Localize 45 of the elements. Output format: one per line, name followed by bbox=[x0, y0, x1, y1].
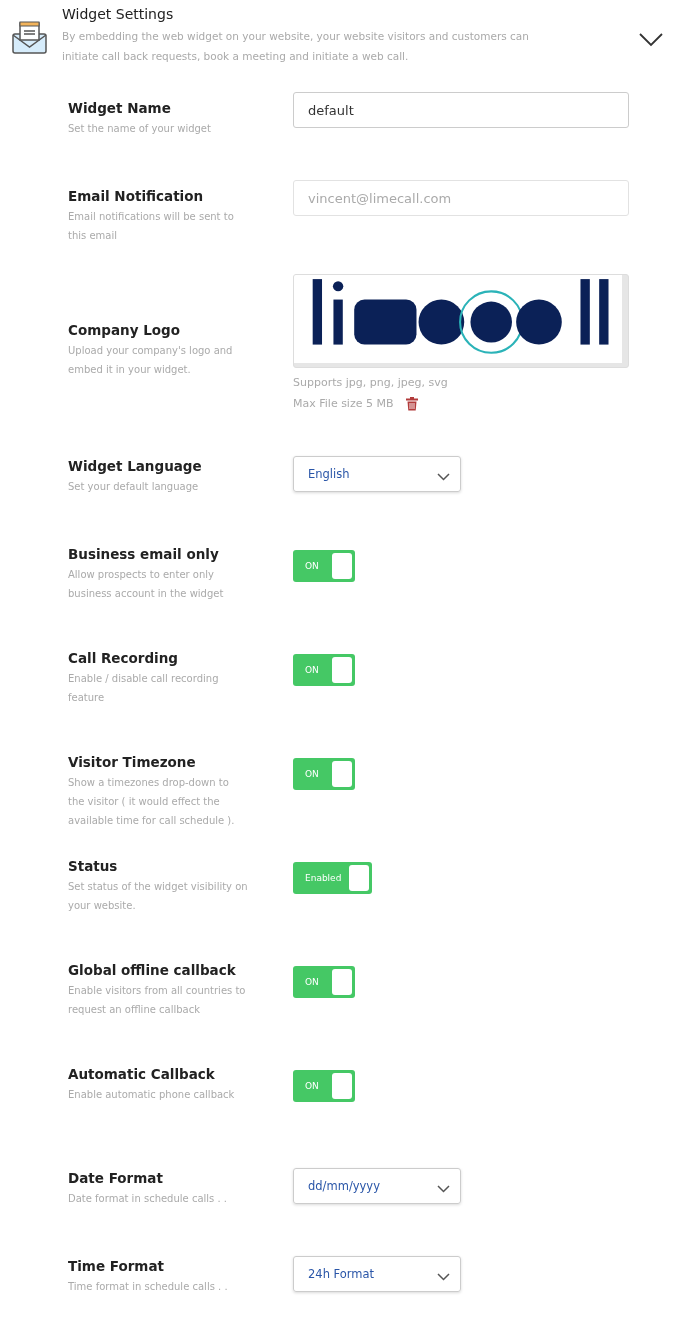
dropdown[interactable]: dd/mm/yyyy bbox=[293, 1168, 461, 1204]
toggle-switch[interactable]: Enabled bbox=[293, 862, 373, 894]
field-label: Company Logo bbox=[68, 322, 181, 338]
section-title: Widget Settings bbox=[62, 6, 175, 22]
toggle-switch[interactable]: ON bbox=[293, 966, 355, 998]
file-size-note: Max File size 5 MB bbox=[293, 396, 394, 410]
field-label: Widget Name bbox=[68, 100, 172, 116]
field-description: Email notifications will be sent to this email bbox=[68, 210, 235, 243]
dropdown[interactable]: English bbox=[293, 456, 461, 492]
field-description: Set status of the widget visibility on your website. bbox=[68, 880, 248, 913]
field-description: Enable visitors from all countries to request an offline callback bbox=[68, 984, 247, 1017]
dropdown[interactable]: 24h Format bbox=[293, 1256, 461, 1292]
toggle-switch[interactable]: ON bbox=[293, 758, 355, 790]
envelope-icon bbox=[12, 20, 48, 54]
chevron-icon bbox=[437, 1270, 450, 1278]
field-description: Show a timezones drop-down to the visitor ( it would effect the available time for call schedule ). bbox=[68, 776, 236, 828]
text-field[interactable]: vincent@limecall.com bbox=[293, 180, 629, 216]
field-description: Time format in schedule calls . . bbox=[68, 1280, 229, 1294]
field-description: Upload your company's logo and embed it in your widget. bbox=[68, 344, 234, 377]
field-description: Enable / disable call recording feature bbox=[68, 672, 220, 705]
field-description: Enable automatic phone callback bbox=[68, 1088, 236, 1102]
delete-icon[interactable] bbox=[405, 396, 418, 410]
field-label: Date Format bbox=[68, 1170, 164, 1186]
toggle-switch[interactable]: ON bbox=[293, 1070, 355, 1102]
chevron-icon bbox=[437, 470, 450, 478]
field-label: Time Format bbox=[68, 1258, 165, 1274]
chevron-icon bbox=[437, 1182, 450, 1190]
field-label: Widget Language bbox=[68, 458, 203, 474]
field-label: Call Recording bbox=[68, 650, 180, 666]
field-label: Email Notification bbox=[68, 188, 205, 204]
field-description: Allow prospects to enter only business account in the widget bbox=[68, 568, 225, 601]
field-description: Set the name of your widget bbox=[68, 122, 212, 136]
toggle-switch[interactable]: ON bbox=[293, 550, 355, 582]
section-description: By embedding the web widget on your website, your website visitors and customers can initiate call back requests, book a meeting and initiate a web call. bbox=[62, 29, 530, 64]
field-label: Visitor Timezone bbox=[68, 754, 197, 770]
toggle-switch[interactable]: ON bbox=[293, 654, 355, 686]
field-label: Status bbox=[68, 858, 119, 874]
file-types-note: Supports jpg, png, jpeg, svg bbox=[293, 376, 448, 389]
field-label: Business email only bbox=[68, 546, 220, 562]
field-description: Date format in schedule calls . . bbox=[68, 1192, 229, 1206]
field-label: Automatic Callback bbox=[68, 1066, 216, 1082]
field-label: Global offline callback bbox=[68, 962, 237, 978]
chevron-icon[interactable] bbox=[639, 32, 663, 46]
field-description: Set your default language bbox=[68, 480, 200, 494]
text-field[interactable]: default bbox=[293, 92, 629, 128]
